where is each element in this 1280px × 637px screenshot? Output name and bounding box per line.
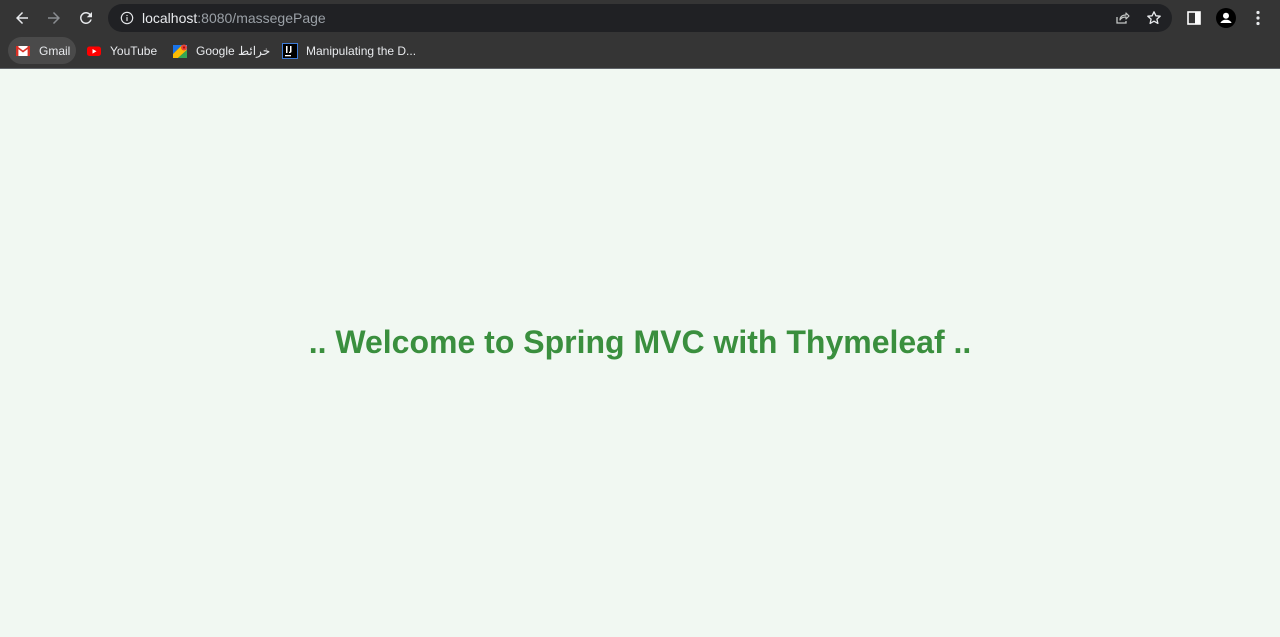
- share-icon[interactable]: [1114, 10, 1130, 26]
- bookmark-gmail[interactable]: Gmail: [8, 37, 77, 64]
- menu-button[interactable]: [1248, 8, 1268, 28]
- page-content: .. Welcome to Spring MVC with Thymeleaf …: [0, 69, 1280, 637]
- bookmark-youtube[interactable]: YouTube: [79, 37, 163, 64]
- bookmark-label: Manipulating the D...: [306, 43, 417, 58]
- info-icon[interactable]: [120, 11, 134, 25]
- browser-toolbar: localhost:8080/massegePage: [0, 0, 1280, 36]
- welcome-heading: .. Welcome to Spring MVC with Thymeleaf …: [308, 324, 972, 360]
- reload-icon: [80, 11, 92, 24]
- profile-button[interactable]: [1216, 8, 1236, 28]
- forward-button[interactable]: [42, 6, 66, 30]
- youtube-icon: [87, 46, 101, 56]
- intellij-icon: [282, 42, 298, 59]
- bookmark-label: YouTube: [110, 43, 158, 58]
- browser-chrome: localhost:8080/massegePage Gmail YouTube…: [0, 0, 1280, 69]
- bookmark-label: Google خرائط: [196, 43, 271, 58]
- back-button[interactable]: [10, 6, 34, 30]
- arrow-right-icon: [48, 12, 60, 24]
- google-maps-icon: [173, 44, 187, 58]
- url-text: localhost:8080/massegePage: [142, 10, 326, 26]
- arrow-left-icon: [16, 12, 28, 24]
- bookmark-manipulating-the-dom[interactable]: Manipulating the D...: [275, 37, 422, 64]
- reload-button[interactable]: [74, 6, 98, 30]
- bookmarks-bar: Gmail YouTube Google خرائط Manipulating …: [0, 36, 1280, 69]
- bookmark-star-icon[interactable]: [1146, 10, 1162, 26]
- avatar-icon: [1216, 8, 1236, 28]
- kebab-menu-icon: [1256, 10, 1260, 26]
- gmail-icon: [15, 45, 31, 56]
- bookmark-label: Gmail: [39, 43, 71, 58]
- url-host: localhost: [142, 10, 198, 26]
- bookmark-google-maps[interactable]: Google خرائط: [165, 37, 276, 64]
- side-panel-button[interactable]: [1184, 8, 1204, 28]
- side-panel-icon: [1187, 11, 1201, 25]
- url-path: :8080/massegePage: [197, 10, 326, 26]
- address-bar[interactable]: localhost:8080/massegePage: [108, 4, 1172, 32]
